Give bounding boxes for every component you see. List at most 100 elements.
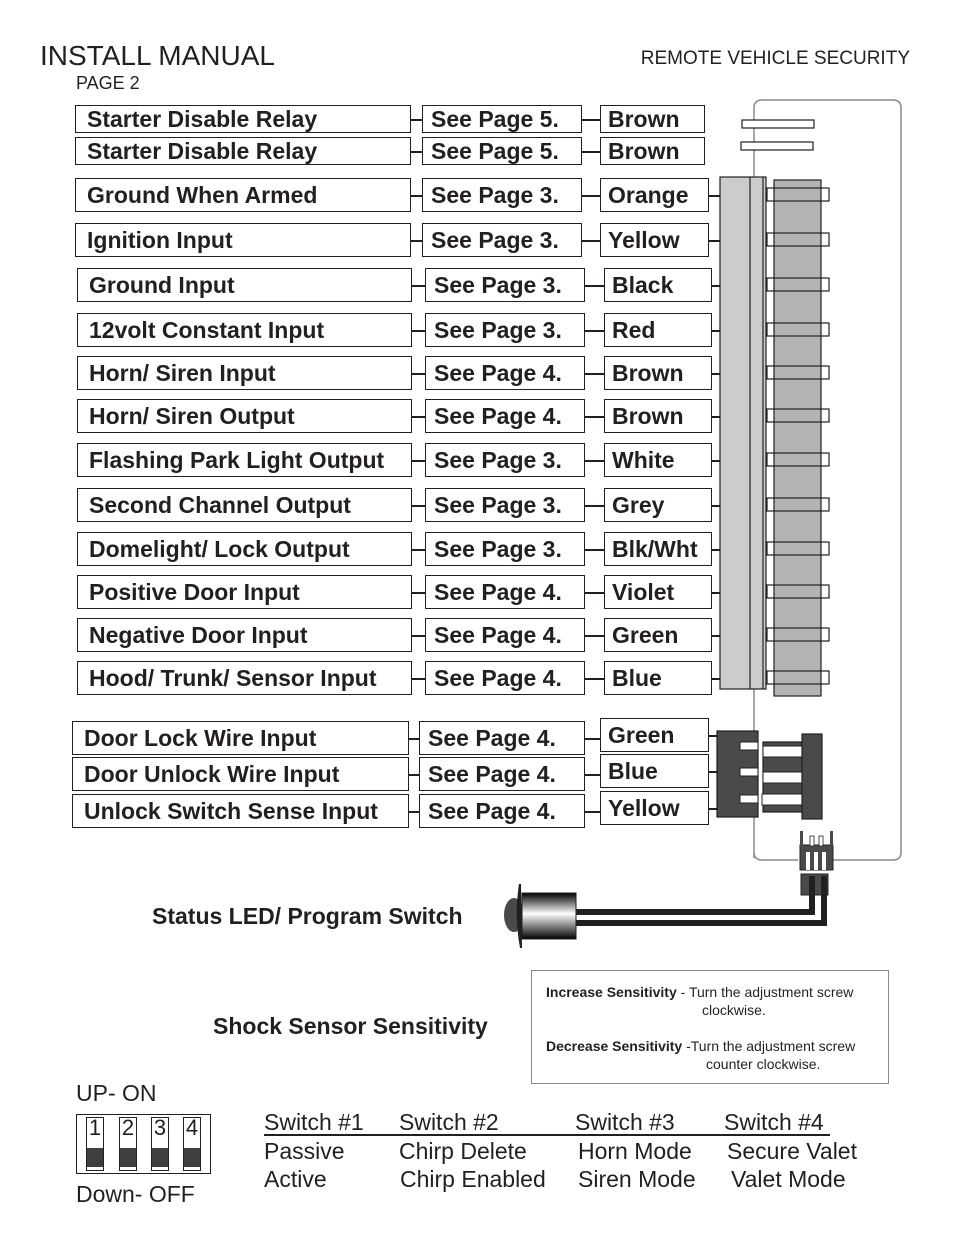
connector-line <box>709 195 720 197</box>
page-reference: See Page 3. <box>425 488 585 522</box>
connector-line <box>409 774 419 776</box>
main-connector-plug <box>719 176 767 690</box>
switch-4-on: Secure Valet <box>727 1138 857 1164</box>
switch-1-on: Passive <box>264 1138 345 1164</box>
decrease-text: -Turn the adjustment screw <box>682 1038 856 1054</box>
connector-line <box>412 549 425 551</box>
switch-3-on: Horn Mode <box>578 1138 692 1164</box>
connector-line <box>709 240 720 242</box>
connector-line <box>712 505 720 507</box>
wire-function-label: Ground When Armed <box>75 178 411 212</box>
connector-line <box>712 635 720 637</box>
wire-color-label: Black <box>604 268 712 302</box>
main-connector-header <box>773 179 822 697</box>
connector-line <box>585 774 600 776</box>
lock-wire-function-label: Door Unlock Wire Input <box>72 757 409 791</box>
page-reference: See Page 4. <box>425 575 585 609</box>
connector-line <box>412 373 425 375</box>
switch-2-on: Chirp Delete <box>399 1138 527 1164</box>
wire-function-label: Second Channel Output <box>77 488 412 522</box>
connector-line <box>585 811 600 813</box>
wire-function-label: Negative Door Input <box>77 618 412 652</box>
dip-switch-4[interactable]: 4 <box>183 1117 201 1171</box>
wire-color-label: Yellow <box>600 223 709 257</box>
led-wire-2 <box>575 876 827 926</box>
relay-pin-2 <box>740 141 814 151</box>
status-led-label: Status LED/ Program Switch <box>152 903 463 929</box>
connector-line <box>412 635 425 637</box>
wire-color-label: Green <box>604 618 712 652</box>
switch-function-table: Switch #1 Switch #2 Switch #3 Switch #4 … <box>264 1108 884 1198</box>
switch-header-2: Switch #2 <box>399 1109 499 1135</box>
led-bezel <box>516 884 522 948</box>
wire-function-label: Starter Disable Relay <box>75 105 411 133</box>
connector-line <box>712 678 720 680</box>
lock-wire-color-label: Blue <box>600 754 709 788</box>
connector-line <box>412 460 425 462</box>
switch-2-off: Chirp Enabled <box>400 1166 546 1192</box>
connector-line <box>709 735 718 737</box>
connector-line <box>585 460 604 462</box>
connector-line <box>585 505 604 507</box>
wire-color-label: Brown <box>600 137 705 165</box>
wire-function-label: Starter Disable Relay <box>75 137 411 165</box>
connector-line <box>709 808 718 810</box>
connector-line <box>585 635 604 637</box>
connector-line <box>582 195 600 197</box>
page-reference: See Page 4. <box>425 618 585 652</box>
connector-line <box>409 811 419 813</box>
lock-page-reference: See Page 4. <box>419 757 585 791</box>
wire-function-label: Flashing Park Light Output <box>77 443 412 477</box>
wire-function-label: Ground Input <box>77 268 412 302</box>
wire-color-label: Blk/Wht <box>604 532 712 566</box>
switch-3-off: Siren Mode <box>578 1166 696 1192</box>
page-reference: See Page 3. <box>422 178 582 212</box>
increase-title: Increase Sensitivity <box>546 984 677 1000</box>
page-reference: See Page 4. <box>425 661 585 695</box>
decrease-text-cont: counter clockwise. <box>706 1056 821 1072</box>
page-reference: See Page 3. <box>425 268 585 302</box>
sensitivity-instructions: Increase Sensitivity - Turn the adjustme… <box>531 970 889 1084</box>
switch-header-4: Switch #4 <box>724 1109 824 1135</box>
wire-color-label: Brown <box>604 356 712 390</box>
wire-color-label: Brown <box>604 399 712 433</box>
connector-line <box>411 119 422 121</box>
lock-page-reference: See Page 4. <box>419 721 585 755</box>
lock-wire-color-label: Yellow <box>600 791 709 825</box>
connector-line <box>412 592 425 594</box>
connector-line <box>712 330 720 332</box>
wire-color-label: Blue <box>604 661 712 695</box>
connector-line <box>585 330 604 332</box>
connector-line <box>585 285 604 287</box>
dip-switch-block: 1 2 3 4 <box>76 1114 211 1174</box>
connector-line <box>409 738 419 740</box>
connector-line <box>585 592 604 594</box>
dip-switch-1[interactable]: 1 <box>86 1117 104 1171</box>
page-reference: See Page 5. <box>422 105 582 133</box>
connector-line <box>585 416 604 418</box>
connector-line <box>585 738 600 740</box>
connector-line <box>585 549 604 551</box>
connector-line <box>411 151 422 153</box>
increase-text: - Turn the adjustment screw <box>676 984 854 1000</box>
connector-line <box>411 195 422 197</box>
connector-line <box>712 416 720 418</box>
wire-color-label: White <box>604 443 712 477</box>
connector-line <box>712 460 720 462</box>
connector-line <box>412 678 425 680</box>
wire-function-label: Horn/ Siren Output <box>77 399 412 433</box>
connector-line <box>412 285 425 287</box>
connector-line <box>585 373 604 375</box>
wire-color-label: Grey <box>604 488 712 522</box>
dip-switch-2[interactable]: 2 <box>119 1117 137 1171</box>
connector-line <box>585 678 604 680</box>
header-underline <box>264 1134 830 1136</box>
connector-line <box>712 285 720 287</box>
connector-line <box>709 771 718 773</box>
lock-page-reference: See Page 4. <box>419 794 585 828</box>
connector-line <box>412 505 425 507</box>
wire-color-label: Orange <box>600 178 709 212</box>
wire-function-label: Hood/ Trunk/ Sensor Input <box>77 661 412 695</box>
dip-switch-3[interactable]: 3 <box>151 1117 169 1171</box>
page-reference: See Page 3. <box>425 313 585 347</box>
